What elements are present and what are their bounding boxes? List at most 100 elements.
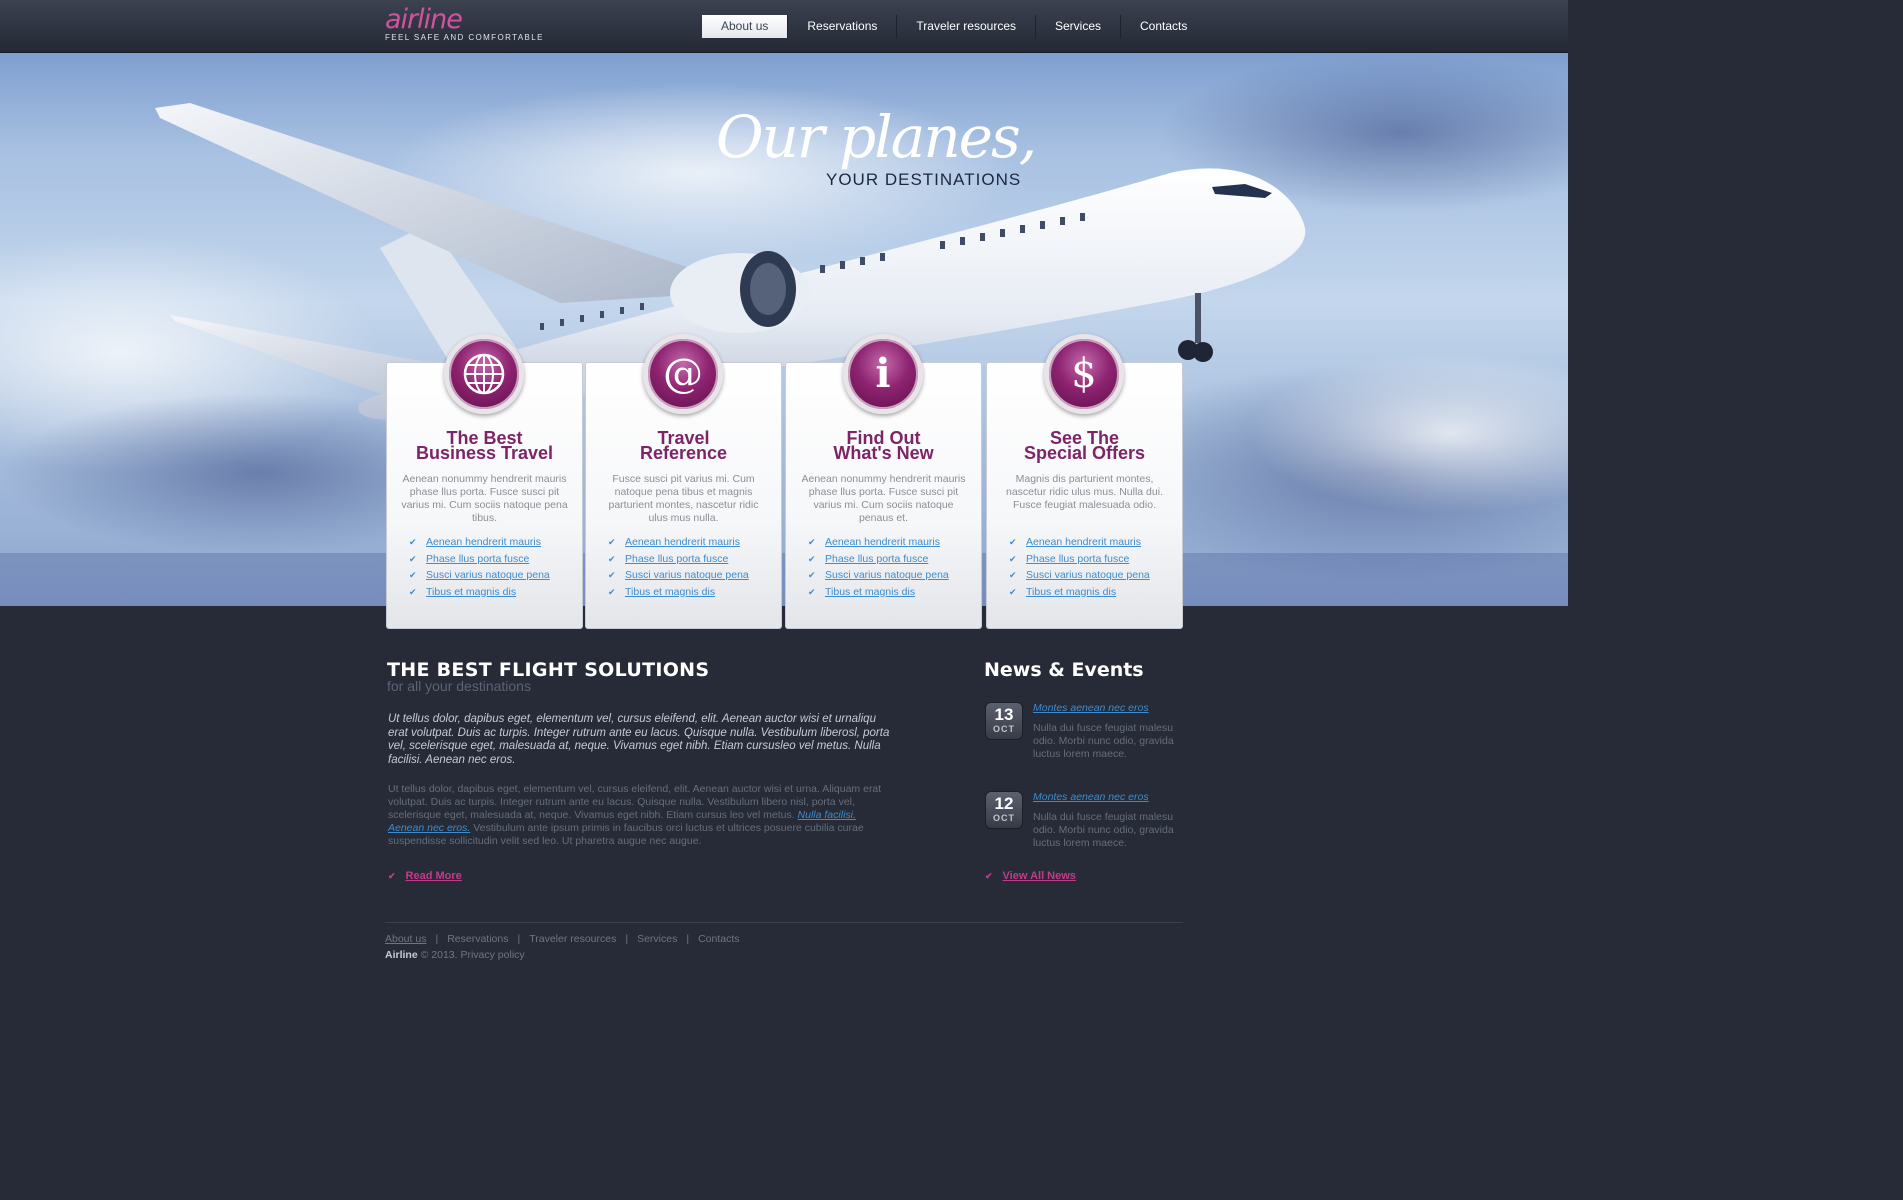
main-lead-text: Ut tellus dolor, dapibus eget, elementum… <box>388 713 890 766</box>
footer-link-about-us[interactable]: About us <box>385 933 426 945</box>
feature-link[interactable]: ✔ Susci varius natoque pena <box>808 567 949 584</box>
hero-banner: Our planes, YOUR DESTINATIONS <box>0 53 1568 606</box>
at-glyph: @ <box>663 351 703 397</box>
feature-link[interactable]: ✔ Susci varius natoque pena <box>1009 567 1150 584</box>
check-icon: ✔ <box>409 537 417 547</box>
feature-link[interactable]: ✔ Tibus et magnis dis <box>608 584 749 601</box>
feature-link-list: ✔ Aenean hendrerit mauris ✔ Phase llus por… <box>409 534 550 600</box>
news-month: OCT <box>993 813 1015 823</box>
globe-icon[interactable] <box>444 334 524 414</box>
feature-link-label[interactable]: Tibus et magnis dis <box>625 586 715 598</box>
check-icon: ✔ <box>608 586 616 597</box>
news-link[interactable]: Montes aenean nec eros <box>1033 791 1149 803</box>
feature-link[interactable]: ✔ Aenean hendrerit mauris <box>1009 534 1150 551</box>
feature-link[interactable]: ✔ Phase llus porta fusce <box>808 551 949 568</box>
feature-link-label[interactable]: Susci varius natoque pena <box>426 569 550 581</box>
footer-link-traveler-resources[interactable]: Traveler resources <box>529 933 616 945</box>
read-more-label[interactable]: Read More <box>406 870 462 882</box>
feature-link-label[interactable]: Susci varius natoque pena <box>625 569 749 581</box>
news-text: Nulla dui fusce feugiat malesu odio. Mor… <box>1033 811 1174 849</box>
feature-box-business-travel: The Best Business Travel Aenean nonummy … <box>386 334 583 629</box>
dollar-icon[interactable]: $ <box>1044 334 1124 414</box>
feature-link-list: ✔ Aenean hendrerit mauris ✔ Phase llus por… <box>608 534 749 600</box>
footer-separator: | <box>435 933 439 945</box>
check-icon: ✔ <box>1009 570 1017 580</box>
feature-link-label[interactable]: Aenean hendrerit mauris <box>825 536 940 548</box>
check-icon: ✔ <box>808 586 816 597</box>
nav-about-us[interactable]: About us <box>702 15 788 38</box>
check-icon: ✔ <box>388 871 396 881</box>
feature-link-label[interactable]: Aenean hendrerit mauris <box>1026 536 1141 548</box>
news-month: OCT <box>993 724 1015 734</box>
check-icon: ✔ <box>1009 537 1017 547</box>
feature-link[interactable]: ✔ Aenean hendrerit mauris <box>409 534 550 551</box>
feature-link[interactable]: ✔ Phase llus porta fusce <box>1009 551 1150 568</box>
info-glyph: i <box>875 350 891 397</box>
feature-text: Aenean nonummy hendrerit mauris phase ll… <box>401 473 568 524</box>
nav-reservations[interactable]: Reservations <box>787 15 896 38</box>
news-title: News & Events <box>984 659 1144 681</box>
news-text: Nulla dui fusce feugiat malesu odio. Mor… <box>1033 722 1174 760</box>
feature-title: Travel Reference <box>586 429 781 462</box>
feature-text: Fusce susci pit varius mi. Cum natoque p… <box>608 473 759 524</box>
nav-traveler-resources[interactable]: Traveler resources <box>896 15 1035 38</box>
feature-link-label[interactable]: Phase llus porta fusce <box>1026 553 1129 565</box>
check-icon: ✔ <box>808 537 816 547</box>
news-date-badge: 13 OCT <box>985 702 1023 740</box>
feature-text: Magnis dis parturient montes, nascetur r… <box>1006 473 1163 511</box>
check-icon: ✔ <box>1009 586 1017 597</box>
feature-link-label[interactable]: Aenean hendrerit mauris <box>625 536 740 548</box>
feature-link[interactable]: ✔ Tibus et magnis dis <box>1009 584 1150 601</box>
nav-services[interactable]: Services <box>1035 15 1120 38</box>
feature-title: The Best Business Travel <box>387 429 582 462</box>
feature-link-label[interactable]: Phase llus porta fusce <box>825 553 928 565</box>
read-more-link[interactable]: ✔ Read More <box>388 870 462 882</box>
feature-link[interactable]: ✔ Aenean hendrerit mauris <box>608 534 749 551</box>
nav-contacts[interactable]: Contacts <box>1120 15 1206 38</box>
check-icon: ✔ <box>808 553 816 564</box>
check-icon: ✔ <box>608 570 616 580</box>
footer-link-services[interactable]: Services <box>637 933 677 945</box>
feature-link[interactable]: ✔ Aenean hendrerit mauris <box>808 534 949 551</box>
feature-link[interactable]: ✔ Tibus et magnis dis <box>808 584 949 601</box>
feature-box-whats-new: i Find Out What's New Aenean nonummy hen… <box>785 334 982 629</box>
news-day: 12 <box>994 794 1014 813</box>
feature-title-line2: What's New <box>833 443 934 463</box>
hero-title: Our planes, <box>716 103 1037 171</box>
check-icon: ✔ <box>409 553 417 564</box>
feature-link[interactable]: ✔ Phase llus porta fusce <box>608 551 749 568</box>
feature-link[interactable]: ✔ Susci varius natoque pena <box>608 567 749 584</box>
feature-link[interactable]: ✔ Tibus et magnis dis <box>409 584 550 601</box>
feature-link-label[interactable]: Phase llus porta fusce <box>625 553 728 565</box>
feature-link-label[interactable]: Susci varius natoque pena <box>1026 569 1150 581</box>
feature-box-special-offers: $ See The Special Offers Magnis dis part… <box>986 334 1183 629</box>
footer-copy-year: © 2013. <box>420 949 458 961</box>
info-icon[interactable]: i <box>843 334 923 414</box>
footer-separator: | <box>517 933 521 945</box>
footer-privacy-link[interactable]: Privacy policy <box>460 949 524 961</box>
feature-link-label[interactable]: Tibus et magnis dis <box>825 586 915 598</box>
footer-link-contacts[interactable]: Contacts <box>698 933 739 945</box>
feature-link[interactable]: ✔ Phase llus porta fusce <box>409 551 550 568</box>
at-sign-icon[interactable]: @ <box>643 334 723 414</box>
feature-link[interactable]: ✔ Susci varius natoque pena <box>409 567 550 584</box>
feature-link-label[interactable]: Aenean hendrerit mauris <box>426 536 541 548</box>
feature-link-label[interactable]: Susci varius natoque pena <box>825 569 949 581</box>
view-all-news-link[interactable]: ✔ View All News <box>985 870 1076 882</box>
footer-link-reservations[interactable]: Reservations <box>447 933 508 945</box>
check-icon: ✔ <box>608 537 616 547</box>
feature-link-label[interactable]: Phase llus porta fusce <box>426 553 529 565</box>
view-all-news-label[interactable]: View All News <box>1003 870 1076 882</box>
feature-link-list: ✔ Aenean hendrerit mauris ✔ Phase llus por… <box>1009 534 1150 600</box>
dollar-glyph: $ <box>1071 351 1097 397</box>
news-day: 13 <box>994 705 1014 724</box>
feature-title: See The Special Offers <box>987 429 1182 462</box>
news-link[interactable]: Montes aenean nec eros <box>1033 702 1149 714</box>
main-body-text: Ut tellus dolor, dapibus eget, elementum… <box>388 783 893 848</box>
feature-link-label[interactable]: Tibus et magnis dis <box>1026 586 1116 598</box>
feature-link-label[interactable]: Tibus et magnis dis <box>426 586 516 598</box>
logo[interactable]: airline FEEL SAFE AND COMFORTABLE <box>385 6 544 43</box>
footer-separator: | <box>686 933 690 945</box>
logo-text[interactable]: airline <box>385 6 544 34</box>
news-item: 12 OCT Montes aenean nec eros Nulla dui … <box>985 791 1185 851</box>
